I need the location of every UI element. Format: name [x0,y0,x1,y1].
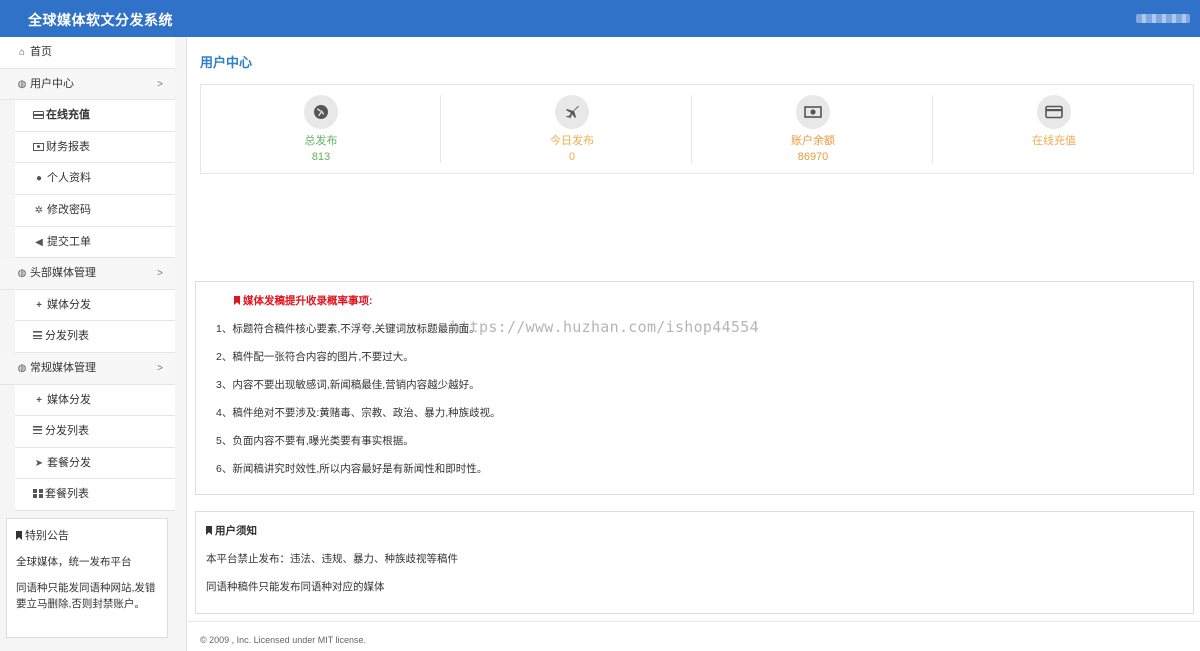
tip-item: 2、稿件配一张符合内容的图片,不要过大。 [216,351,414,363]
main-content: 用户中心 总发布 813 今日发布 0 账户余额 86970 在线充值 媒体发稿… [188,37,1200,651]
money-icon [33,142,44,151]
stat-total-published: 总发布 813 [201,85,441,175]
sidebar-item-label: 首页 [30,46,52,58]
tip-item: 1、标题符合稿件核心要素,不浮夸,关键词放标题最前面。 [216,323,480,335]
sidebar-item-home[interactable]: ⌂ 首页 [0,37,175,69]
user-notice-line: 本平台禁止发布：违法、违规、暴力、种族歧视等稿件 [206,553,458,565]
stat-recharge-link[interactable]: 在线充值 [934,85,1174,175]
user-icon: ● [35,173,43,185]
user-notice-title-text: 用户须知 [215,525,257,537]
bars-icon [33,331,42,340]
tips-title-text: 媒体发稿提升收录概率事项: [243,295,373,307]
sidebar-item-label: 媒体分发 [47,393,91,406]
send-icon: ➤ [34,457,44,469]
chevron-right-icon: > [157,268,163,280]
stat-label: 账户余额 [791,135,835,147]
gear-icon: ✲ [34,204,44,216]
money-icon [796,95,830,129]
sidebar-item-label: 套餐分发 [47,456,91,469]
sidebar-item-label: 媒体分发 [47,298,91,311]
sidebar-item-label: 财务报表 [46,140,90,153]
tip-item: 4、稿件绝对不要涉及:黄赌毒、宗教、政治、暴力,种族歧视。 [216,407,501,419]
stat-today-published: 今日发布 0 [452,85,692,175]
sidebar-item-ticket[interactable]: ◀ 提交工单 [15,226,175,259]
sidebar-item-label: 套餐列表 [45,488,89,501]
globe-icon: ◍ [17,268,27,280]
sidebar-item-label: 个人资料 [47,172,91,185]
sidebar-item-label: 常规媒体管理 [30,361,96,374]
top-navbar: 全球媒体软文分发系统 [0,0,1200,37]
globe-icon: ◍ [17,78,27,90]
user-notice-panel: 用户须知 本平台禁止发布：违法、违规、暴力、种族歧视等稿件 同语种稿件只能发布同… [195,511,1194,614]
plane-icon [555,95,589,129]
sidebar: ⌂ 首页 ◍ 用户中心 > 在线充值 财务报表 ● 个人资料 ✲ 修改密码 ◀ 提交工单 … [0,37,187,651]
page-title: 用户中心 [200,55,253,70]
stat-label[interactable]: 在线充值 [934,133,1174,149]
publish-tips-panel: 媒体发稿提升收录概率事项: 1、标题符合稿件核心要素,不浮夸,关键词放标题最前面… [195,281,1194,495]
credit-card-icon [33,111,44,120]
notice-title-text: 特别公告 [25,530,69,542]
globe-icon: ◍ [17,362,27,374]
notice-line: 同语种只能发同语种网站,发错要立马删除,否则封禁账户。 [16,582,156,610]
sidebar-item-label: 提交工单 [47,235,91,248]
user-notice-title: 用户须知 [206,523,257,538]
credit-card-icon [1037,95,1071,129]
home-icon: ⌂ [18,47,26,58]
bookmark-icon [16,531,22,540]
notice-line: 全球媒体，统一发布平台 [16,556,132,568]
stat-label: 总发布 [304,135,338,147]
sidebar-item-label: 在线充值 [46,109,90,122]
sidebar-item-regular-list[interactable]: 分发列表 [15,416,175,448]
sidebar-item-label: 头部媒体管理 [30,267,96,280]
bookmark-icon [234,296,240,305]
sidebar-item-finance[interactable]: 财务报表 [15,131,175,164]
sidebar-item-password[interactable]: ✲ 修改密码 [15,194,175,227]
sidebar-item-recharge[interactable]: 在线充值 [15,100,175,132]
stat-value: 86970 [797,151,829,163]
sidebar-item-label: 修改密码 [47,203,91,216]
grid-icon [33,489,43,499]
stat-value: 813 [311,151,331,163]
stat-label: 今日发布 [550,135,594,147]
sidebar-item-label: 分发列表 [45,425,89,438]
sidebar-item-package-list[interactable]: 套餐列表 [15,479,175,511]
sidebar-group-regular-media[interactable]: ◍ 常规媒体管理 > [0,352,175,385]
chevron-right-icon: > [157,362,163,374]
user-menu[interactable] [1136,14,1190,23]
sidebar-group-user-center[interactable]: ◍ 用户中心 > [0,68,175,101]
user-notice-line: 同语种稿件只能发布同语种对应的媒体 [206,581,385,593]
special-notice-panel: 特别公告 全球媒体，统一发布平台 同语种只能发同语种网站,发错要立马删除,否则封… [6,518,168,638]
tip-item: 5、负面内容不要有,曝光类要有事实根据。 [216,435,414,447]
sidebar-menu: ⌂ 首页 ◍ 用户中心 > 在线充值 财务报表 ● 个人资料 ✲ 修改密码 ◀ 提交工单 … [0,37,175,511]
plus-icon: + [36,299,42,311]
tip-item: 3、内容不要出现敏感词,新闻稿最佳,营销内容越少越好。 [216,379,480,391]
chevron-right-icon: > [157,78,163,90]
sidebar-item-label: 分发列表 [45,330,89,343]
sidebar-item-package-distribute[interactable]: ➤ 套餐分发 [15,447,175,480]
sidebar-item-profile[interactable]: ● 个人资料 [15,163,175,195]
globe-icon [304,95,338,129]
watermark-text: https://www.huzhan.com/ishop44554 [451,318,759,336]
stat-balance: 账户余额 86970 [693,85,933,175]
sidebar-group-head-media[interactable]: ◍ 头部媒体管理 > [0,258,175,290]
bookmark-icon [206,526,212,535]
bars-icon [33,426,42,435]
special-notice-title: 特别公告 [16,528,158,544]
tips-title: 媒体发稿提升收录概率事项: [234,293,373,308]
sidebar-item-head-distribute[interactable]: + 媒体分发 [15,289,175,322]
sidebar-item-label: 用户中心 [30,77,74,90]
sidebar-item-regular-distribute[interactable]: + 媒体分发 [15,384,175,417]
app-title[interactable]: 全球媒体软文分发系统 [28,10,173,30]
sidebar-item-head-list[interactable]: 分发列表 [15,321,175,353]
tip-item: 6、新闻稿讲究时效性,所以内容最好是有新闻性和即时性。 [216,463,488,475]
stats-panel: 总发布 813 今日发布 0 账户余额 86970 在线充值 [200,84,1194,174]
volume-icon: ◀ [35,236,43,248]
stat-value: 0 [568,151,576,163]
plus-icon: + [36,394,42,406]
footer-copyright: © 2009 , Inc. Licensed under MIT license… [200,635,367,645]
